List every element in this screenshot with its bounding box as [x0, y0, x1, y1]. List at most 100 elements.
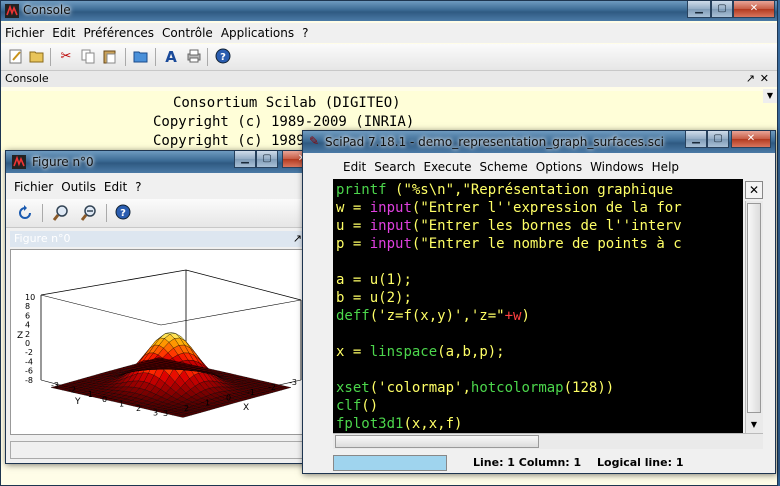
console-line: Consortium Scilab (DIGITEO) — [173, 95, 401, 111]
x-tick-label: 2 — [184, 404, 189, 413]
figure-titlebar[interactable]: Figure n°0 ▁ ▢ ✕ — [6, 151, 326, 173]
menu-applications[interactable]: Applications — [217, 23, 298, 43]
figure-canvas[interactable]: 10 8 6 4 2 0 -2 -4 -6 -8 3 2 1 0 -1 -2 -3 -3 -2 -1 0 1 2 3 Z … — [10, 249, 322, 435]
print-icon[interactable] — [185, 48, 203, 66]
console-titlebar[interactable]: Console ▁ ▢ ✕ — [1, 1, 777, 21]
toolbar-separator — [42, 204, 43, 222]
menu-execute[interactable]: Execute — [419, 157, 475, 177]
menu-help[interactable]: ? — [298, 23, 312, 43]
toolbar-separator — [207, 48, 208, 66]
scrollbar-thumb[interactable] — [747, 203, 761, 413]
z-tick-label: -6 — [25, 367, 33, 376]
menu-edit[interactable]: Edit — [339, 157, 370, 177]
code-token: +w — [504, 308, 522, 324]
scrollbar-thumb[interactable] — [335, 435, 539, 448]
code-token: = — [344, 200, 370, 216]
paste-icon[interactable] — [101, 48, 119, 66]
change-directory-icon[interactable] — [132, 48, 150, 66]
status-line-column: Line: 1 Column: 1 — [473, 456, 582, 469]
cut-icon[interactable]: ✂ — [57, 48, 75, 66]
menu-fichier[interactable]: Fichier — [1, 23, 48, 43]
code-token: "%s\n","Représentation graphique — [403, 182, 674, 198]
menu-fichier[interactable]: Fichier — [10, 177, 57, 197]
rotate-icon[interactable] — [16, 204, 34, 222]
scipad-icon: ✎ — [309, 134, 320, 148]
vertical-scrollbar[interactable]: ▼ — [745, 201, 763, 433]
code-editor[interactable]: printf ("%s\n","Représentation graphique… — [333, 179, 743, 433]
code-token: (x,x,f) — [403, 416, 463, 432]
menu-edit[interactable]: Edit — [48, 23, 79, 43]
help-icon[interactable]: ? — [214, 48, 232, 66]
x-tick-label: 3 — [163, 409, 168, 418]
x-tick-label: -1 — [247, 388, 255, 397]
menu-scheme[interactable]: Scheme — [475, 157, 531, 177]
help-icon[interactable]: ? — [114, 204, 132, 222]
figure-toolbar: ? — [6, 199, 326, 228]
y-axis-label: Y — [74, 397, 81, 407]
panel-close-icon[interactable]: ✕ — [760, 71, 769, 87]
close-button[interactable]: ✕ — [733, 1, 775, 18]
console-line: Copyright (c) 1989-2009 (INRIA) — [153, 114, 415, 130]
menu-help[interactable]: Help — [648, 157, 683, 177]
svg-text:?: ? — [220, 52, 226, 63]
maximize-button[interactable]: ▢ — [711, 1, 733, 18]
horizontal-scrollbar[interactable] — [333, 433, 763, 449]
code-token: 'colormap' — [378, 380, 463, 396]
code-line: clf() — [336, 397, 682, 415]
open-folder-icon[interactable] — [28, 48, 46, 66]
surface-mesh — [50, 332, 292, 418]
unzoom-icon[interactable] — [80, 204, 98, 222]
menu-preferences[interactable]: Préférences — [79, 23, 158, 43]
menu-help[interactable]: ? — [131, 177, 145, 197]
scroll-down-arrow[interactable]: ▼ — [747, 418, 761, 432]
scilab-icon — [12, 155, 26, 169]
buffer-close-icon[interactable]: ✕ — [745, 181, 763, 199]
code-token: ) — [521, 308, 530, 324]
scipad-title: SciPad 7.18.1 - demo_representation_grap… — [325, 135, 664, 149]
zoom-icon[interactable] — [52, 204, 70, 222]
scipad-status-bar: Line: 1 Column: 1 Logical line: 1 — [333, 453, 773, 473]
menu-edit[interactable]: Edit — [100, 177, 131, 197]
z-tick-label: 4 — [25, 321, 30, 330]
x-tick-label: 1 — [205, 399, 210, 408]
minimize-button[interactable]: ▁ — [687, 1, 711, 18]
maximize-button[interactable]: ▢ — [707, 131, 729, 148]
figure-panel-title: Figure n°0 — [14, 232, 71, 245]
minimize-button[interactable]: ▁ — [685, 131, 707, 148]
figure-panel-header: Figure n°0 ↗ ✕ — [10, 231, 322, 247]
font-icon[interactable]: A — [162, 48, 180, 66]
x-axis-label: X — [243, 403, 249, 413]
x-tick-label: 0 — [226, 393, 231, 402]
close-button[interactable]: ✕ — [731, 131, 771, 148]
code-token: "Entrer les bornes de l''interv — [420, 218, 682, 234]
menu-search[interactable]: Search — [370, 157, 419, 177]
menu-controle[interactable]: Contrôle — [158, 23, 217, 43]
menu-windows[interactable]: Windows — [586, 157, 648, 177]
menu-outils[interactable]: Outils — [57, 177, 100, 197]
console-scroll-down-arrow[interactable]: ▼ — [763, 89, 777, 103]
z-tick-label: -8 — [25, 376, 33, 385]
code-token: hotcolormap — [470, 380, 564, 396]
scipad-titlebar[interactable]: ✎ SciPad 7.18.1 - demo_representation_gr… — [303, 131, 775, 153]
maximize-button[interactable]: ▢ — [256, 151, 278, 168]
code-token: input — [369, 200, 412, 216]
code-line: w = input("Entrer l''expression de la fo… — [336, 199, 682, 217]
minimize-button[interactable]: ▁ — [234, 151, 256, 168]
code-token: "Entrer l''expression de la for — [420, 200, 682, 216]
y-tick-label: 1 — [119, 399, 124, 408]
code-token: ( — [386, 182, 404, 198]
undock-icon[interactable]: ↗ — [293, 231, 302, 247]
code-line: xset('colormap',hotcolormap(128)) — [336, 379, 682, 397]
console-panel-title: Console — [5, 72, 49, 85]
menu-options[interactable]: Options — [532, 157, 586, 177]
figure-menubar: Fichier Outils Edit? — [10, 177, 326, 197]
copy-icon[interactable] — [79, 48, 97, 66]
z-tick-label: -2 — [25, 348, 33, 357]
code-token: ( — [369, 380, 379, 396]
new-script-icon[interactable] — [7, 48, 25, 66]
console-menubar: Fichier Edit Préférences Contrôle Applicatio… — [1, 23, 777, 43]
console-toolbar: ✂ A ? — [1, 44, 777, 71]
undock-icon[interactable]: ↗ — [746, 71, 755, 87]
